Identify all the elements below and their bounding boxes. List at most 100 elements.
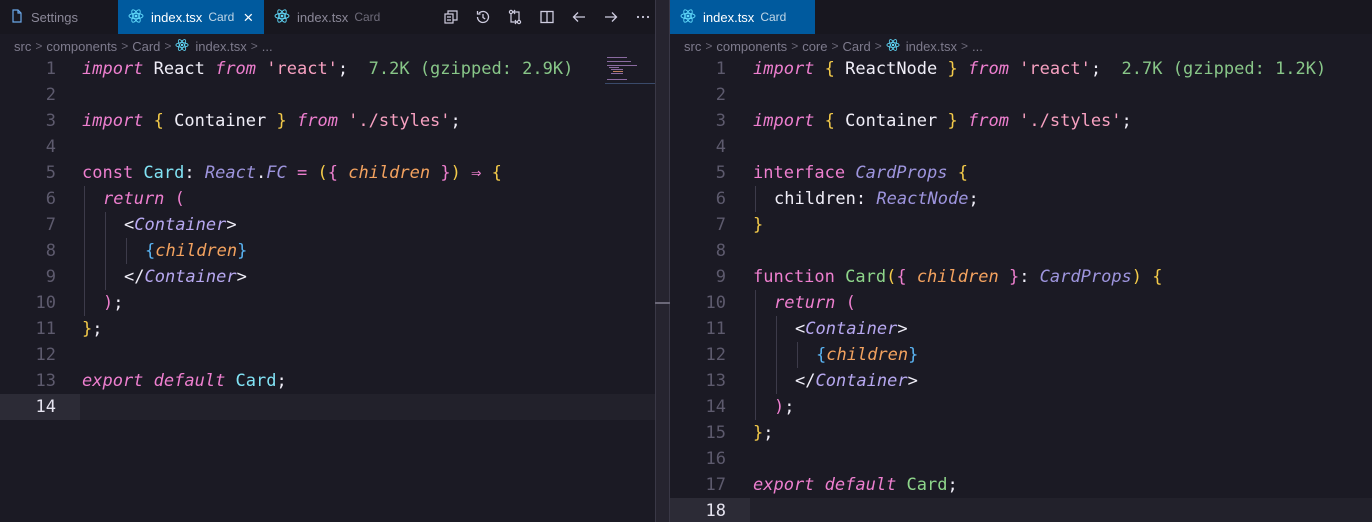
line-number: 17: [705, 475, 726, 495]
tab-bar-right: index.tsx Card: [670, 0, 1372, 34]
line-number: 9: [715, 267, 726, 287]
line-number: 1: [715, 59, 726, 79]
code-text: );: [774, 397, 795, 417]
indent-guide: [797, 342, 798, 368]
code-text: <Container>: [124, 215, 237, 235]
code-text: };: [82, 319, 103, 339]
code-line-current: 14: [0, 394, 655, 420]
tab-index-tsx-active[interactable]: index.tsx Card ×: [118, 0, 264, 34]
code-line: 7 }: [670, 212, 1372, 238]
line-number: 14: [35, 397, 56, 417]
code-text: import { Container } from './styles';: [82, 111, 461, 131]
code-line: 4: [0, 134, 655, 160]
code-editor-left[interactable]: 1 import React from 'react'; 7.2K (gzipp…: [0, 56, 655, 420]
code-line-current: 18: [670, 498, 1372, 522]
settings-file-icon: [10, 8, 24, 26]
indent-guide: [755, 342, 756, 368]
compare-changes-icon[interactable]: [499, 0, 531, 34]
split-editor-icon[interactable]: [531, 0, 563, 34]
indent-guide: [105, 238, 106, 264]
breadcrumb-item[interactable]: index.tsx: [195, 39, 246, 54]
history-icon[interactable]: [467, 0, 499, 34]
indent-guide: [84, 264, 85, 290]
code-line: 4: [670, 134, 1372, 160]
code-text: <Container>: [795, 319, 908, 339]
react-icon: [274, 8, 290, 27]
close-icon[interactable]: ×: [243, 9, 253, 26]
react-icon: [886, 38, 900, 55]
code-line: 9 function Card({ children }: CardProps)…: [670, 264, 1372, 290]
line-number: 7: [45, 215, 56, 235]
tab-description: Card: [760, 10, 787, 24]
code-line: 12 {children}: [670, 342, 1372, 368]
line-number: 12: [35, 345, 56, 365]
line-number: 13: [705, 371, 726, 391]
breadcrumb-item[interactable]: Card: [132, 39, 160, 54]
line-number: 4: [715, 137, 726, 157]
code-line: 9 </Container>: [0, 264, 655, 290]
code-line: 3 import { Container } from './styles';: [670, 108, 1372, 134]
breadcrumb-item[interactable]: Card: [843, 39, 871, 54]
code-text: import React from 'react'; 7.2K (gzipped…: [82, 59, 574, 79]
indent-guide: [755, 316, 756, 342]
scrollbar-thumb[interactable]: [655, 302, 670, 304]
code-line: 1 import React from 'react'; 7.2K (gzipp…: [0, 56, 655, 82]
line-number: 5: [715, 163, 726, 183]
code-line: 2: [0, 82, 655, 108]
breadcrumb-item[interactable]: src: [684, 39, 701, 54]
more-actions-icon[interactable]: [627, 0, 655, 34]
code-text: return (: [774, 293, 856, 313]
tab-description: Card: [208, 10, 235, 24]
line-number: 7: [715, 215, 726, 235]
code-line: 11 <Container>: [670, 316, 1372, 342]
breadcrumb-item[interactable]: components: [716, 39, 787, 54]
code-text: </Container>: [795, 371, 918, 391]
breadcrumb-item[interactable]: ...: [972, 39, 983, 54]
line-number: 16: [705, 449, 726, 469]
breadcrumb-item[interactable]: components: [46, 39, 117, 54]
line-number: 1: [45, 59, 56, 79]
editor-split-sash[interactable]: [655, 0, 670, 522]
code-text: return (: [103, 189, 185, 209]
tab-bar-left: Settings index.tsx Card × index.tsx Card: [0, 0, 655, 34]
code-line: 7 <Container>: [0, 212, 655, 238]
code-line: 12: [0, 342, 655, 368]
tab-settings[interactable]: Settings: [0, 0, 118, 34]
breadcrumb-item[interactable]: ...: [262, 39, 273, 54]
line-number: 4: [45, 137, 56, 157]
tab-index-tsx[interactable]: index.tsx Card: [264, 0, 396, 34]
chevron-right-icon: >: [961, 39, 969, 53]
chevron-right-icon: >: [874, 39, 882, 53]
open-changes-icon[interactable]: [435, 0, 467, 34]
code-editor-right[interactable]: 1 import { ReactNode } from 'react'; 2.7…: [670, 56, 1372, 522]
chevron-right-icon: >: [705, 39, 713, 53]
arrow-left-icon[interactable]: [563, 0, 595, 34]
code-text: };: [753, 423, 774, 443]
indent-guide: [776, 316, 777, 342]
breadcrumb-item[interactable]: core: [802, 39, 827, 54]
indent-guide: [755, 368, 756, 394]
line-number: 2: [45, 85, 56, 105]
line-number: 5: [45, 163, 56, 183]
indent-guide: [105, 212, 106, 238]
code-text: {children}: [145, 241, 248, 261]
code-line: 8: [670, 238, 1372, 264]
code-line: 8 {children}: [0, 238, 655, 264]
arrow-right-icon[interactable]: [595, 0, 627, 34]
line-number: 9: [45, 267, 56, 287]
breadcrumb-item[interactable]: index.tsx: [906, 39, 957, 54]
chevron-right-icon: >: [35, 39, 43, 53]
tab-label: index.tsx: [151, 9, 203, 25]
line-number: 18: [705, 501, 726, 521]
tab-index-tsx-active[interactable]: index.tsx Card: [670, 0, 815, 34]
indent-guide: [84, 212, 85, 238]
line-number: 11: [705, 319, 726, 339]
code-line: 10 return (: [670, 290, 1372, 316]
line-number: 6: [45, 189, 56, 209]
code-line: 13 export default Card;: [0, 368, 655, 394]
breadcrumb-item[interactable]: src: [14, 39, 31, 54]
code-text: function Card({ children }: CardProps) {: [753, 267, 1163, 287]
line-number: 10: [705, 293, 726, 313]
code-line: 17 export default Card;: [670, 472, 1372, 498]
line-number: 3: [715, 111, 726, 131]
